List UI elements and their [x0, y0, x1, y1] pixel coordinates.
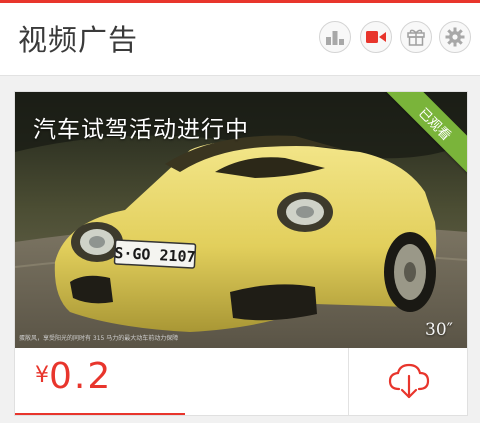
video-ad-card[interactable]: S·GO 2107 汽车试驾活动进行中 已观看 蛋敞风，享受阳光的同时有 315…	[14, 91, 468, 416]
video-button[interactable]	[360, 21, 392, 53]
watched-ribbon: 已观看	[377, 92, 467, 182]
price-value: 0.2	[49, 356, 113, 397]
gift-button[interactable]	[400, 21, 432, 53]
page-title: 视频广告	[18, 23, 139, 57]
gear-icon	[445, 27, 465, 47]
ad-title: 汽车试驾活动进行中	[33, 117, 249, 143]
rank-icon	[326, 31, 344, 45]
header: 视频广告	[0, 3, 480, 76]
ad-footer: ¥0.2	[15, 348, 467, 415]
reward-price: ¥0.2	[35, 356, 112, 397]
gift-icon	[407, 29, 425, 46]
price-underline	[15, 413, 185, 415]
rank-button[interactable]	[319, 21, 351, 53]
cloud-download-icon	[388, 363, 429, 398]
settings-button[interactable]	[439, 21, 471, 53]
download-button[interactable]	[348, 348, 467, 415]
video-duration: 30″	[425, 320, 453, 340]
currency-symbol: ¥	[35, 363, 49, 388]
ad-caption: 蛋敞风，享受阳光的同时有 315 马力的最大动车前动力保障	[19, 335, 179, 342]
video-thumbnail[interactable]: S·GO 2107 汽车试驾活动进行中 已观看 蛋敞风，享受阳光的同时有 315…	[15, 92, 467, 348]
video-icon	[366, 31, 386, 43]
watched-badge: 已观看	[380, 92, 467, 179]
